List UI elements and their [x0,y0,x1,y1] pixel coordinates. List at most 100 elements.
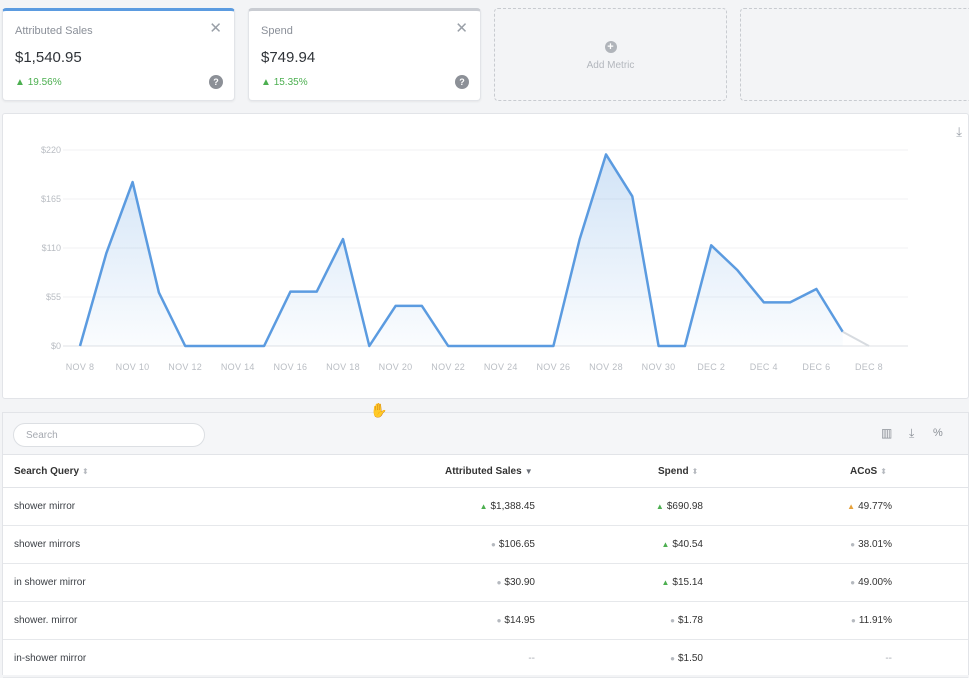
header-attributed-sales[interactable]: Attributed Sales ▼ [445,466,533,477]
series-line-tail [842,330,870,347]
plus-circle-icon: + [604,41,617,53]
x-tick-label: DEC 2 [697,362,725,372]
data-point[interactable] [314,289,320,295]
data-point[interactable] [235,343,241,349]
data-point[interactable] [787,299,793,305]
cell-acos: ● 11.91% [3,615,892,626]
x-tick-label: NOV 18 [326,362,360,372]
header-label: Spend [658,466,689,477]
metric-card-spend[interactable]: Spend ✕ $749.94 ▲ 15.35% ? [248,8,481,101]
close-icon[interactable]: ✕ [455,21,468,36]
help-icon[interactable]: ? [455,75,469,89]
data-point[interactable] [708,242,714,248]
data-point[interactable] [419,303,425,309]
search-query-table: ▥ ⤓ % Search Query⬍ Attributed Sales▼ Sp… [2,412,969,678]
table-row[interactable]: shower mirrors ● $106.65 ▲ $40.54 ● 38.01% [3,526,968,564]
header-label: ACoS [850,466,878,477]
table-row[interactable]: shower. mirror ● $14.95 ● $1.78 ● 11.91% [3,602,968,640]
metric-card-attributed-sales[interactable]: Attributed Sales ✕ $1,540.95 ▲ 19.56% ? [2,8,235,101]
series-area [80,154,843,346]
data-point[interactable] [735,267,741,273]
header-acos[interactable]: ACoS ⬍ [850,466,887,477]
x-tick-label: DEC 6 [802,362,830,372]
cell-acos: ▲ 49.77% [3,501,892,512]
add-metric: + Add Metric [495,37,726,71]
sales-chart: $0 $55 $110 $165 $220 NOV 8 NOV 10 NOV 12 NOV 14… [41,145,908,372]
close-icon[interactable]: ✕ [209,21,222,36]
cell-acos: ● 38.01% [3,539,892,550]
arrow-up-icon: ▲ [261,77,274,88]
table-toolbar: ▥ ⤓ % [3,413,968,455]
data-point[interactable] [629,193,635,199]
table-row[interactable]: in-shower mirror -- ● $1.50 -- [3,640,968,678]
data-point[interactable] [761,299,767,305]
header-search-query[interactable]: Search Query ⬍ [14,466,89,477]
chart-panel: ⤓ $0 $55 $110 $165 $220 NOV 8 NOV 10 NOV 12 NOV … [2,113,969,399]
columns-icon[interactable]: ▥ [881,427,892,439]
neutral-dot-icon: ● [850,578,856,587]
x-tick-label: NOV 14 [221,362,255,372]
x-tick-label: NOV 12 [168,362,202,372]
search-input[interactable] [13,423,205,447]
data-point[interactable] [577,236,583,242]
data-point[interactable] [77,343,83,349]
cell-acos: -- [885,653,892,664]
data-point[interactable] [498,343,504,349]
neutral-dot-icon: ● [850,540,856,549]
metric-value: $749.94 [261,49,316,66]
data-point[interactable] [261,343,267,349]
header-spend[interactable]: Spend ⬍ [658,466,698,477]
x-tick-label: NOV 16 [273,362,307,372]
header-label: Search Query [14,466,80,477]
data-point[interactable] [603,151,609,157]
empty-metric-slot[interactable] [740,8,969,101]
data-point[interactable] [682,343,688,349]
data-point[interactable] [840,329,846,335]
x-tick-label: NOV 20 [379,362,413,372]
download-icon[interactable]: ⤓ [909,427,914,439]
y-tick-label: $0 [51,341,61,351]
data-point[interactable] [340,236,346,242]
data-point[interactable] [209,343,215,349]
help-icon[interactable]: ? [209,75,223,89]
sort-desc-icon: ▼ [524,467,533,476]
cell-acos-value: 38.01% [858,539,892,550]
table-row[interactable]: shower mirror ▲ $1,388.45 ▲ $690.98 ▲ 49.77… [3,488,968,526]
y-tick-label: $110 [42,243,61,253]
x-tick-label: DEC 4 [750,362,778,372]
data-point[interactable] [445,343,451,349]
arrow-up-icon: ▲ [847,502,856,511]
sort-icon: ⬍ [82,467,89,476]
cell-acos-value: 49.00% [858,577,892,588]
data-point[interactable] [393,303,399,309]
add-metric-card[interactable]: + Add Metric [494,8,727,101]
percent-icon[interactable]: % [933,428,943,439]
sort-icon: ⬍ [880,467,887,476]
y-tick-label: $55 [46,292,61,302]
neutral-dot-icon: ● [850,616,856,625]
data-point[interactable] [472,343,478,349]
x-tick-label: DEC 8 [855,362,883,372]
data-point[interactable] [287,289,293,295]
table-header: Search Query ⬍ Attributed Sales ▼ Spend ⬍ A… [3,455,968,488]
data-point[interactable] [182,343,188,349]
data-point[interactable] [130,179,136,185]
table-row[interactable]: in shower mirror ● $30.90 ▲ $15.14 ● 49.00% [3,564,968,602]
y-tick-label: $165 [41,194,61,204]
data-point[interactable] [524,343,530,349]
x-tick-label: NOV 8 [66,362,95,372]
data-point[interactable] [103,250,109,256]
x-tick-label: NOV 24 [484,362,518,372]
arrow-up-icon: ▲ [15,77,28,88]
data-point[interactable] [550,343,556,349]
data-point[interactable] [813,286,819,292]
data-point[interactable] [366,343,372,349]
header-label: Attributed Sales [445,466,522,477]
x-tick-label: NOV 30 [642,362,676,372]
metric-title: Spend [261,25,293,37]
data-point[interactable] [656,343,662,349]
data-point[interactable] [156,290,162,296]
x-tick-label: NOV 22 [431,362,465,372]
add-metric-label: Add Metric [586,60,635,71]
cell-acos-value: 11.91% [858,615,892,626]
